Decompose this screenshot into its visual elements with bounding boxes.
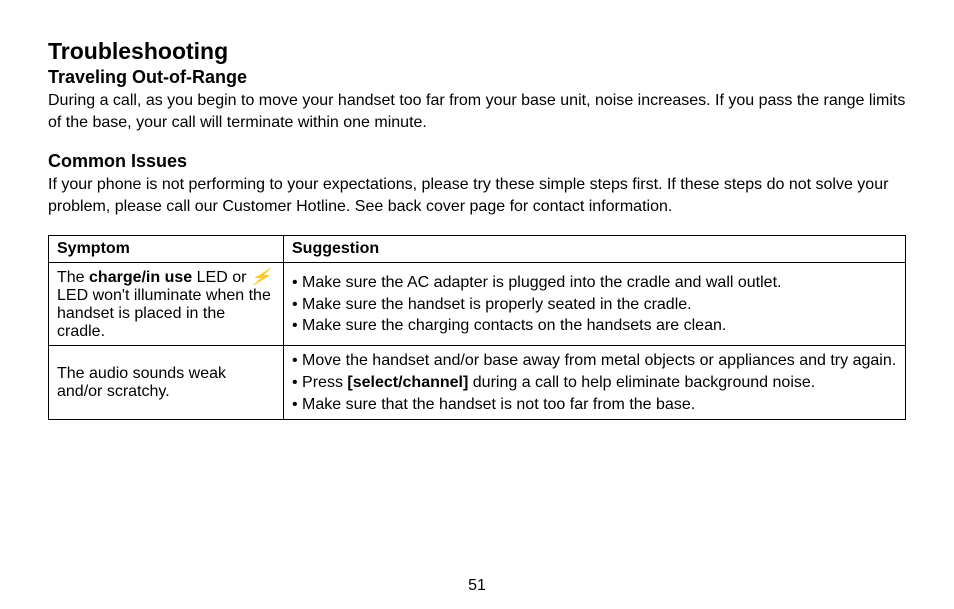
- suggestion-list: Make sure the AC adapter is plugged into…: [292, 272, 897, 337]
- suggestion-list: Move the handset and/or base away from m…: [292, 350, 897, 415]
- suggestion-text: Make sure that the handset is not too fa…: [302, 396, 695, 413]
- symptom-cell: The audio sounds weak and/or scratchy.: [49, 346, 284, 420]
- symptom-text-pre: The audio sounds weak and/or scratchy.: [57, 365, 226, 400]
- symptom-cell: The charge/in use LED or ⚡ LED won't ill…: [49, 263, 284, 346]
- list-item: Move the handset and/or base away from m…: [292, 350, 897, 372]
- symptom-text-mid: LED or: [192, 269, 251, 286]
- section-body-common: If your phone is not performing to your …: [48, 174, 906, 217]
- suggestion-text: Make sure the AC adapter is plugged into…: [302, 274, 781, 291]
- list-item: Make sure the charging contacts on the h…: [292, 315, 897, 337]
- suggestion-cell: Make sure the AC adapter is plugged into…: [284, 263, 906, 346]
- header-symptom: Symptom: [49, 236, 284, 263]
- page-number: 51: [0, 577, 954, 595]
- page-title: Troubleshooting: [48, 38, 906, 65]
- symptom-text-pre: The: [57, 269, 89, 286]
- troubleshooting-table: Symptom Suggestion The charge/in use LED…: [48, 235, 906, 420]
- list-item: Make sure the handset is properly seated…: [292, 294, 897, 316]
- suggestion-text-bold: [select/channel]: [347, 374, 468, 391]
- document-page: Troubleshooting Traveling Out-of-Range D…: [0, 0, 954, 609]
- section-heading-common: Common Issues: [48, 151, 906, 172]
- section-body-range: During a call, as you begin to move your…: [48, 90, 906, 133]
- charge-bolt-icon: ⚡: [249, 267, 272, 287]
- list-item: Make sure the AC adapter is plugged into…: [292, 272, 897, 294]
- table-row: The charge/in use LED or ⚡ LED won't ill…: [49, 263, 906, 346]
- list-item: Make sure that the handset is not too fa…: [292, 394, 897, 416]
- section-heading-range: Traveling Out-of-Range: [48, 67, 906, 88]
- suggestion-text: Make sure the handset is properly seated…: [302, 296, 692, 313]
- suggestion-text: Press: [302, 374, 347, 391]
- symptom-text-bold: charge/in use: [89, 269, 192, 286]
- suggestion-text: Move the handset and/or base away from m…: [302, 352, 896, 369]
- suggestion-text: Make sure the charging contacts on the h…: [302, 317, 726, 334]
- suggestion-text-post: during a call to help eliminate backgrou…: [468, 374, 815, 391]
- symptom-text-post: LED won't illuminate when the handset is…: [57, 287, 271, 340]
- suggestion-cell: Move the handset and/or base away from m…: [284, 346, 906, 420]
- table-header-row: Symptom Suggestion: [49, 236, 906, 263]
- list-item: Press [select/channel] during a call to …: [292, 372, 897, 394]
- table-row: The audio sounds weak and/or scratchy. M…: [49, 346, 906, 420]
- header-suggestion: Suggestion: [284, 236, 906, 263]
